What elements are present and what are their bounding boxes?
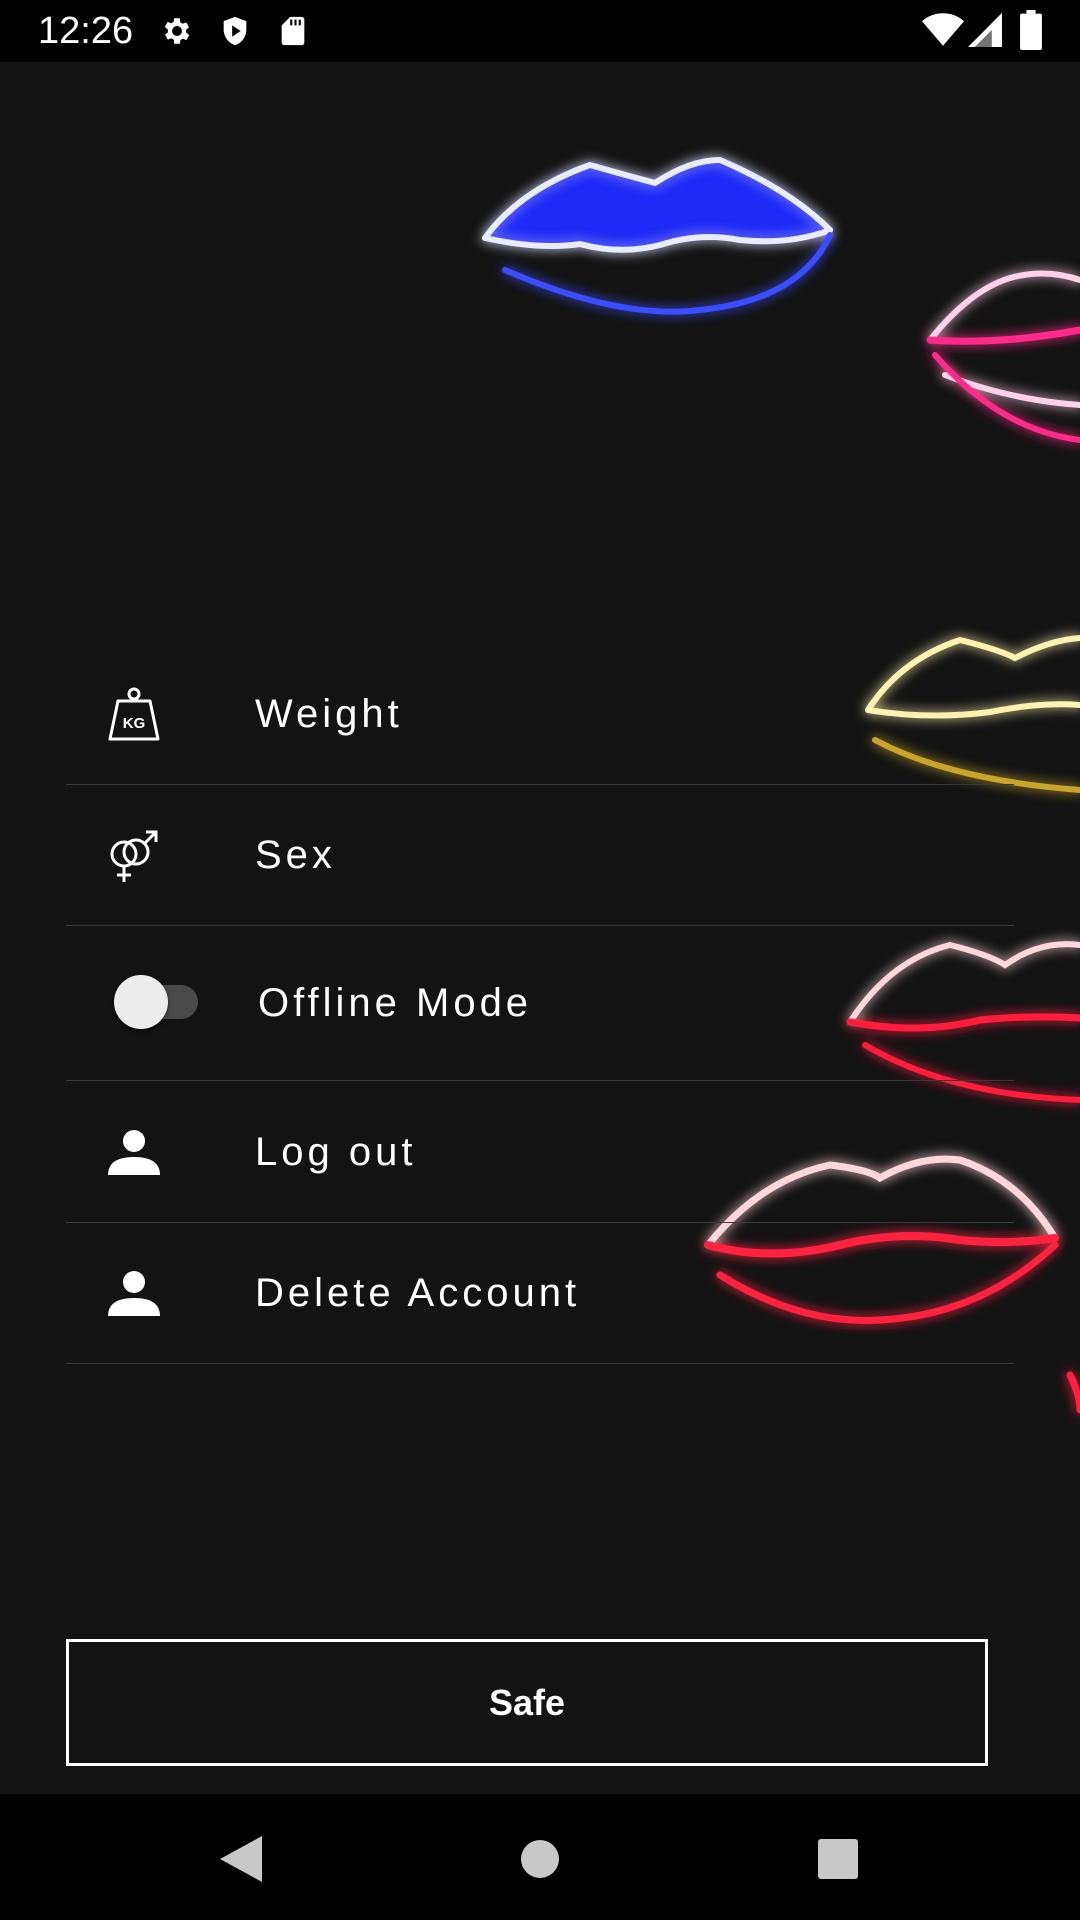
sex-row[interactable]: Sex bbox=[66, 784, 1014, 926]
battery-icon bbox=[1020, 10, 1042, 55]
weight-row[interactable]: KG Weight bbox=[66, 643, 1014, 785]
home-icon[interactable] bbox=[505, 1824, 575, 1894]
blue-neon-lips bbox=[482, 156, 833, 315]
weight-label: Weight bbox=[255, 692, 403, 736]
settings-screen: 12:26 KG Weight Sex Offline Mode Log out… bbox=[0, 0, 1080, 1920]
offline-mode-row: Offline Mode bbox=[66, 925, 1014, 1081]
delete-account-label: Delete Account bbox=[255, 1271, 581, 1315]
log-out-row[interactable]: Log out bbox=[66, 1081, 1014, 1223]
svg-text:KG: KG bbox=[123, 715, 146, 732]
navigation-bar bbox=[0, 1794, 1080, 1920]
offline-mode-toggle[interactable] bbox=[114, 975, 168, 1029]
shield-icon bbox=[218, 14, 252, 53]
recents-icon[interactable] bbox=[803, 1824, 873, 1894]
sex-label: Sex bbox=[255, 833, 336, 877]
sd-card-icon bbox=[276, 14, 310, 53]
status-bar: 12:26 bbox=[0, 0, 1080, 62]
wifi-icon bbox=[922, 12, 964, 53]
kg-weight-icon: KG bbox=[106, 687, 162, 743]
back-icon[interactable] bbox=[206, 1824, 276, 1894]
save-button[interactable]: Safe bbox=[66, 1639, 988, 1766]
gear-icon bbox=[160, 14, 194, 53]
status-time: 12:26 bbox=[38, 10, 134, 52]
gender-icon bbox=[106, 828, 162, 884]
log-out-label: Log out bbox=[255, 1130, 417, 1174]
pink-neon-lips bbox=[926, 270, 1080, 443]
delete-account-row[interactable]: Delete Account bbox=[66, 1222, 1014, 1364]
person-icon bbox=[106, 1125, 162, 1181]
offline-mode-label: Offline Mode bbox=[258, 981, 533, 1025]
person-icon bbox=[106, 1266, 162, 1322]
signal-icon bbox=[968, 12, 1002, 53]
